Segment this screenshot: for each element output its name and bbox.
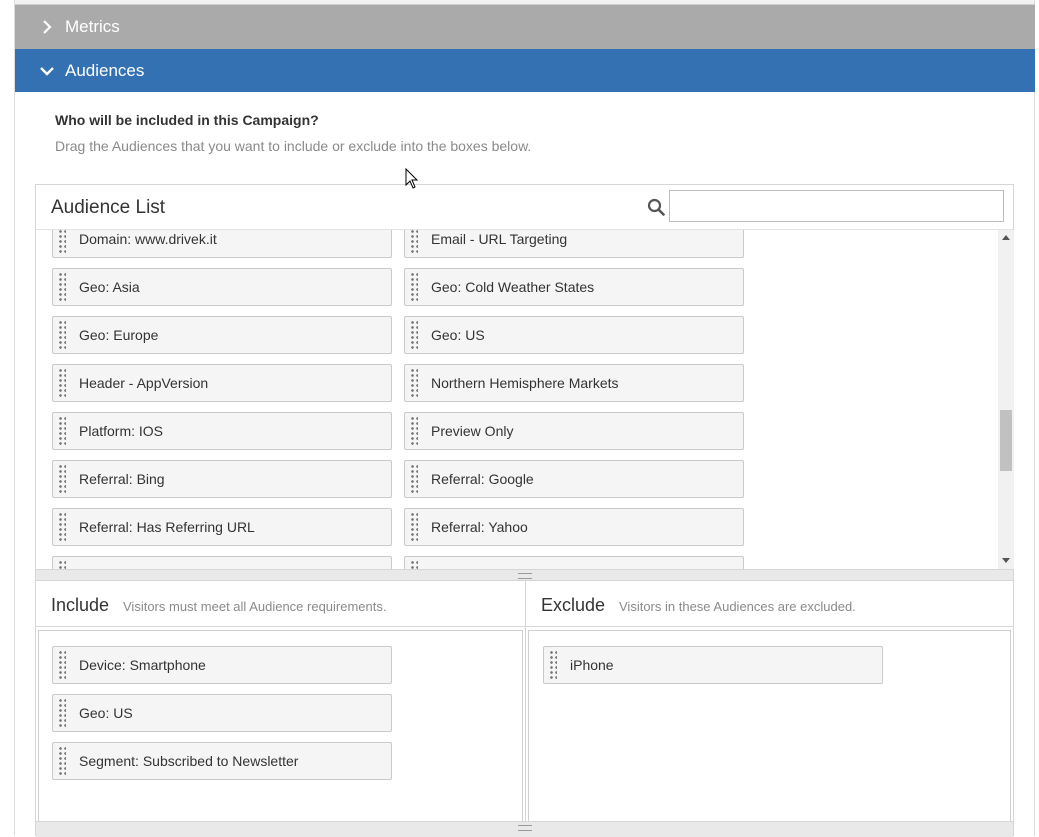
chevron-right-icon	[43, 20, 52, 34]
included-audience-item[interactable]: Geo: US	[52, 694, 392, 732]
drag-handle-icon[interactable]	[410, 416, 418, 446]
audience-list: Domain: www.drivek.it Email - URL Target…	[36, 230, 1013, 569]
drag-handle-icon[interactable]	[410, 512, 418, 542]
audience-item[interactable]: Header - AppVersion	[52, 364, 392, 402]
drag-handle-icon[interactable]	[410, 368, 418, 398]
exclude-column: Exclude Visitors in these Audiences are …	[526, 581, 1013, 821]
audience-search-input[interactable]	[669, 190, 1004, 222]
audience-item[interactable]: Referral: Has Referring URL	[52, 508, 392, 546]
exclude-drop-zone[interactable]: iPhone	[528, 630, 1011, 821]
drag-handle-icon[interactable]	[410, 560, 418, 569]
audience-list-header: Audience List	[36, 185, 1013, 230]
drag-hint: Drag the Audiences that you want to incl…	[55, 138, 532, 154]
exclude-subtitle: Visitors in these Audiences are excluded…	[619, 599, 856, 614]
metrics-section-label: Metrics	[65, 17, 120, 36]
include-column: Include Visitors must meet all Audience …	[36, 581, 526, 821]
audience-item[interactable]	[404, 556, 744, 569]
list-resize-handle[interactable]	[36, 569, 1013, 581]
audience-item[interactable]: Geo: US	[404, 316, 744, 354]
audience-item[interactable]: Platform: IOS	[52, 412, 392, 450]
drag-handle-icon[interactable]	[58, 416, 66, 446]
include-drop-zone[interactable]: Device: Smartphone Geo: US Segment: Subs…	[38, 630, 523, 821]
scroll-down-arrow-icon[interactable]	[1002, 558, 1010, 563]
audience-item[interactable]: Referral: Yahoo	[404, 508, 744, 546]
audience-panel: Audience List Domain: www.drivek.it Emai…	[35, 184, 1014, 837]
audience-item[interactable]: Email - URL Targeting	[404, 230, 744, 258]
exclude-title: Exclude	[541, 595, 606, 615]
chevron-down-icon	[40, 66, 54, 76]
resize-grip-icon	[518, 825, 532, 831]
page-border-left	[14, 0, 15, 836]
drag-handle-icon[interactable]	[58, 464, 66, 494]
audience-item[interactable]: Geo: Europe	[52, 316, 392, 354]
drop-zone-resize-handle[interactable]	[36, 821, 1013, 837]
include-subtitle: Visitors must meet all Audience requirem…	[123, 599, 387, 614]
drag-handle-icon[interactable]	[58, 368, 66, 398]
page-border-right	[1034, 0, 1035, 836]
include-header: Include Visitors must meet all Audience …	[36, 581, 525, 627]
included-audience-item[interactable]: Segment: Subscribed to Newsletter	[52, 742, 392, 780]
drag-handle-icon[interactable]	[58, 560, 66, 569]
audience-item[interactable]: Geo: Cold Weather States	[404, 268, 744, 306]
drag-handle-icon[interactable]	[549, 650, 557, 680]
drag-handle-icon[interactable]	[410, 464, 418, 494]
audiences-section-label: Audiences	[65, 60, 145, 80]
drag-handle-icon[interactable]	[58, 230, 66, 254]
exclude-header: Exclude Visitors in these Audiences are …	[526, 581, 1013, 627]
drag-handle-icon[interactable]	[410, 320, 418, 350]
drag-handle-icon[interactable]	[58, 272, 66, 302]
excluded-audience-item[interactable]: iPhone	[543, 646, 883, 684]
audience-list-title: Audience List	[51, 197, 166, 218]
drag-handle-icon[interactable]	[58, 650, 66, 680]
drag-handle-icon[interactable]	[58, 698, 66, 728]
resize-grip-icon	[518, 573, 532, 579]
audience-item[interactable]: Domain: www.drivek.it	[52, 230, 392, 258]
metrics-section-header[interactable]: Metrics	[15, 4, 1035, 49]
drag-handle-icon[interactable]	[410, 230, 418, 254]
scrollbar-thumb[interactable]	[1000, 410, 1012, 471]
drag-handle-icon[interactable]	[58, 746, 66, 776]
include-title: Include	[51, 595, 110, 615]
audience-item[interactable]: Referral: Bing	[52, 460, 392, 498]
campaign-question: Who will be included in this Campaign?	[55, 112, 319, 128]
included-audience-item[interactable]: Device: Smartphone	[52, 646, 392, 684]
mouse-cursor-icon	[405, 168, 419, 189]
drag-handle-icon[interactable]	[58, 512, 66, 542]
audience-item[interactable]: Northern Hemisphere Markets	[404, 364, 744, 402]
drag-handle-icon[interactable]	[410, 272, 418, 302]
audience-item[interactable]	[52, 556, 392, 569]
drag-handle-icon[interactable]	[58, 320, 66, 350]
audience-item[interactable]: Referral: Google	[404, 460, 744, 498]
scroll-up-arrow-icon[interactable]	[1002, 235, 1010, 240]
audience-item[interactable]: Preview Only	[404, 412, 744, 450]
search-icon[interactable]	[647, 198, 665, 216]
audience-list-scrollbar[interactable]	[998, 230, 1014, 569]
audience-item[interactable]: Geo: Asia	[52, 268, 392, 306]
audiences-section-header[interactable]: Audiences	[15, 49, 1035, 92]
